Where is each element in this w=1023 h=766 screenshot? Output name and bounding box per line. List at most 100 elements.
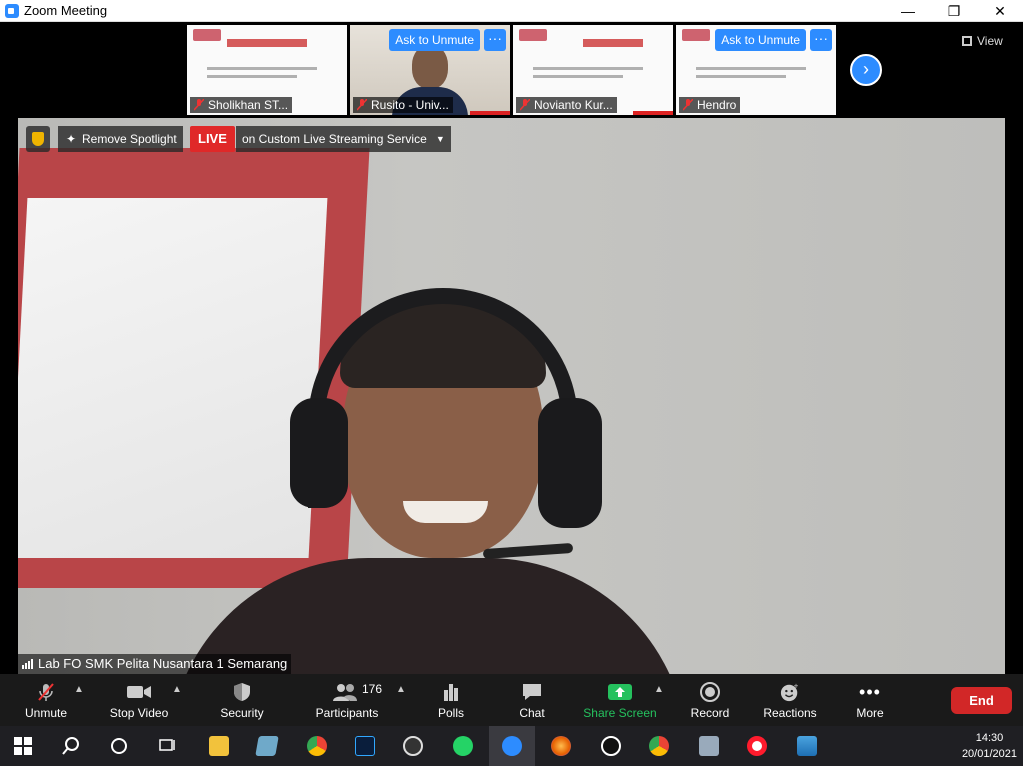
slide-accent-bar <box>633 111 673 115</box>
video-options-caret[interactable]: ▲ <box>172 684 182 695</box>
taskbar-obs[interactable] <box>390 726 436 766</box>
chrome-icon <box>307 736 327 756</box>
windows-logo-icon <box>14 737 32 755</box>
headset-earcup-left <box>290 398 348 508</box>
taskbar-clock[interactable]: 14:30 20/01/2021 <box>962 730 1017 762</box>
taskbar-network-app[interactable] <box>686 726 732 766</box>
notes-app-icon <box>255 736 279 756</box>
network-app-icon <box>699 736 719 756</box>
live-service-dropdown[interactable]: on Custom Live Streaming Service ▼ <box>236 126 451 152</box>
participant-name: Novianto Kur... <box>534 98 613 112</box>
remove-spotlight-button[interactable]: ✦ Remove Spotlight <box>58 126 183 152</box>
window-title: Zoom Meeting <box>24 3 108 18</box>
taskbar-opera[interactable] <box>734 726 780 766</box>
unmute-label: Unmute <box>24 706 68 720</box>
zoom-app-icon <box>5 4 19 18</box>
minimize-button[interactable]: — <box>885 0 931 22</box>
muted-mic-icon <box>683 99 693 111</box>
taskbar-whatsapp[interactable] <box>440 726 486 766</box>
photoshop-icon <box>355 736 375 756</box>
slide-text-line <box>696 75 786 78</box>
headset-earcup-right <box>538 398 602 528</box>
task-view-button[interactable] <box>144 726 190 766</box>
whatsapp-icon <box>453 736 473 756</box>
record-label: Record <box>690 706 730 720</box>
firefox-icon <box>551 736 571 756</box>
chat-bubble-icon <box>523 684 541 700</box>
participants-options-caret[interactable]: ▲ <box>396 684 406 695</box>
taskbar-file-explorer[interactable] <box>196 726 242 766</box>
record-button[interactable]: Record <box>688 674 732 726</box>
security-button[interactable]: Security <box>214 674 270 726</box>
ellipsis-icon: ••• <box>859 682 881 702</box>
title-bar: Zoom Meeting — ❐ ✕ <box>0 0 1023 22</box>
shield-icon <box>32 132 44 146</box>
taskbar-app[interactable] <box>588 726 634 766</box>
share-screen-button[interactable]: Share Screen <box>582 674 658 726</box>
next-page-button[interactable]: › <box>850 54 882 86</box>
participant-thumbnail[interactable]: Novianto Kur... <box>513 25 673 115</box>
stop-video-button[interactable]: Stop Video <box>104 674 174 726</box>
start-button[interactable] <box>0 726 46 766</box>
shield-icon <box>234 683 250 701</box>
taskbar-photos[interactable] <box>784 726 830 766</box>
slide-accent-bar <box>470 111 510 115</box>
reactions-label: Reactions <box>763 706 817 720</box>
ask-to-unmute-button[interactable]: Ask to Unmute <box>389 29 480 51</box>
chat-label: Chat <box>519 706 545 720</box>
meeting-area: Sholikhan ST... Ask to Unmute ··· Rusito… <box>0 22 1023 674</box>
close-button[interactable]: ✕ <box>977 0 1023 22</box>
university-logo <box>519 29 547 41</box>
reactions-button[interactable]: + Reactions <box>762 674 818 726</box>
search-icon <box>62 737 79 755</box>
thumbnail-more-button[interactable]: ··· <box>810 29 832 51</box>
end-meeting-button[interactable]: End <box>951 687 1012 714</box>
taskbar-chrome[interactable] <box>294 726 340 766</box>
photos-icon <box>797 736 817 756</box>
stop-video-label: Stop Video <box>109 706 169 720</box>
speaker-name-tag: Lab FO SMK Pelita Nusantara 1 Semarang <box>18 654 292 674</box>
zoom-icon <box>502 736 522 756</box>
taskbar-chrome-alt[interactable] <box>636 726 682 766</box>
record-icon <box>700 682 720 702</box>
more-button[interactable]: ••• More <box>848 674 892 726</box>
headset-microphone <box>482 542 574 560</box>
audio-options-caret[interactable]: ▲ <box>74 684 84 695</box>
pin-icon: ✦ <box>66 132 77 146</box>
taskbar-zoom[interactable] <box>489 726 535 766</box>
slide-text-line <box>696 67 806 70</box>
cortana-button[interactable] <box>96 726 142 766</box>
share-screen-icon <box>608 684 632 700</box>
participant-thumbnail[interactable]: Sholikhan ST... <box>187 25 347 115</box>
participant-thumbnail[interactable]: Ask to Unmute ··· Hendro <box>676 25 836 115</box>
slide-title-banner <box>227 39 307 47</box>
view-label: View <box>977 34 1003 48</box>
search-button[interactable] <box>48 726 94 766</box>
muted-mic-icon <box>520 99 530 111</box>
live-badge: LIVE <box>190 126 235 152</box>
unmute-button[interactable]: Unmute <box>18 674 74 726</box>
spotlight-video[interactable] <box>18 118 1005 674</box>
participant-name-tag: Novianto Kur... <box>516 97 617 113</box>
more-label: More <box>856 706 884 720</box>
taskbar-photoshop[interactable] <box>342 726 388 766</box>
taskbar-firefox[interactable] <box>538 726 584 766</box>
thumbnail-more-button[interactable]: ··· <box>484 29 506 51</box>
meeting-toolbar: Unmute ▲ Stop Video ▲ Security Participa… <box>0 674 1023 726</box>
participant-thumbnail[interactable]: Ask to Unmute ··· Rusito - Univ... <box>350 25 510 115</box>
view-button[interactable]: View <box>962 34 1003 48</box>
ask-to-unmute-button[interactable]: Ask to Unmute <box>715 29 806 51</box>
polls-button[interactable]: Polls <box>428 674 474 726</box>
obs-studio-icon <box>403 736 423 756</box>
maximize-button[interactable]: ❐ <box>931 0 977 22</box>
slide-text-line <box>533 75 623 78</box>
university-logo <box>193 29 221 41</box>
slide-text-line <box>207 67 317 70</box>
reactions-smiley-icon: + <box>780 682 799 702</box>
share-options-caret[interactable]: ▲ <box>654 684 664 695</box>
taskbar-notes-app[interactable] <box>244 726 290 766</box>
participant-name: Sholikhan ST... <box>208 98 289 112</box>
security-shield-button[interactable] <box>26 126 50 152</box>
chat-button[interactable]: Chat <box>510 674 554 726</box>
chrome-icon <box>649 736 669 756</box>
